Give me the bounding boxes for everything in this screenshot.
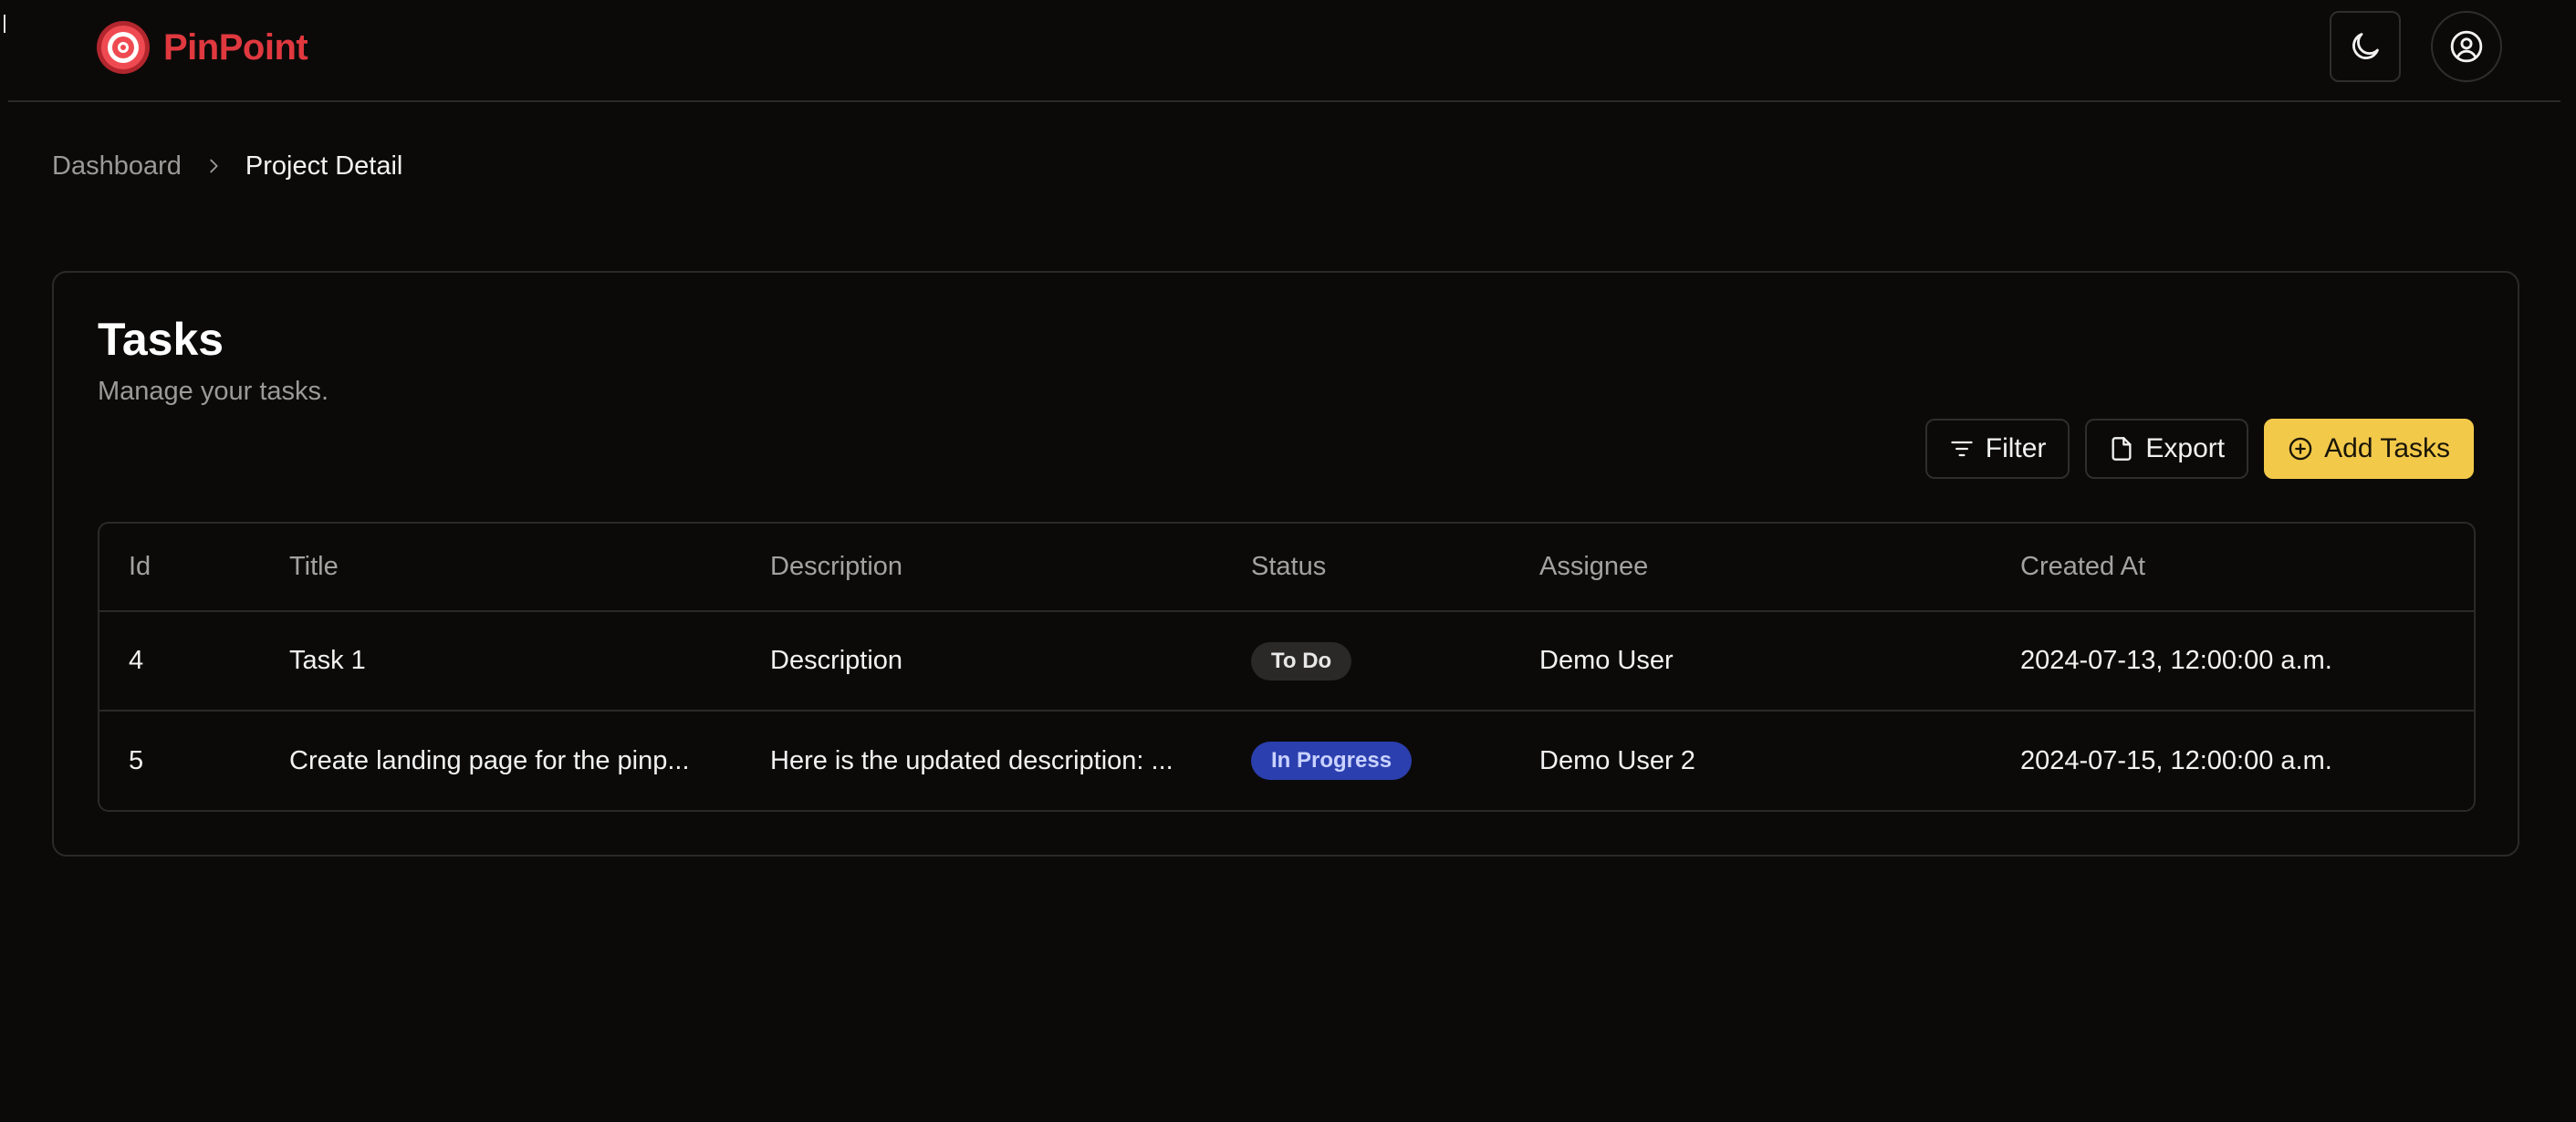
cell-created-at: 2024-07-13, 12:00:00 a.m. [2020,646,2332,675]
top-navigation-bar: PinPoint [8,0,2560,102]
column-header-assignee: Assignee [1510,524,1991,612]
cell-status: In Progress [1222,710,1510,810]
cell-title: Create landing page for the pinp... [260,710,741,810]
column-header-status: Status [1222,524,1510,612]
cell-description: Description [770,646,903,675]
filter-button-label: Filter [1985,433,2047,463]
breadcrumb-current-page: Project Detail [245,151,403,181]
column-header-title: Title [260,524,741,612]
table-actions: Filter Export Add Tasks [1924,419,2474,479]
file-icon [2112,437,2132,461]
tasks-card: Tasks Manage your tasks. Filter Export A… [52,271,2519,857]
cell-description: Here is the updated description: ... [741,710,1222,810]
add-tasks-button-label: Add Tasks [2324,433,2450,463]
user-account-button[interactable] [2431,11,2502,82]
cell-created-at: 2024-07-15, 12:00:00 a.m. [1991,710,2474,810]
page-title: Tasks [98,314,224,365]
brand-logo[interactable]: PinPoint [96,18,308,77]
table-row[interactable]: 4 Task 1 Description To Do Demo User 202… [99,611,2474,711]
column-header-description: Description [741,524,1222,612]
moon-icon [2352,33,2379,59]
export-button-label: Export [2145,433,2226,463]
theme-toggle-button[interactable] [2330,11,2401,82]
export-button[interactable]: Export [2085,419,2249,479]
status-badge: To Do [1251,641,1352,680]
plus-circle-icon [2289,437,2312,461]
breadcrumb: Dashboard Project Detail [52,148,402,184]
cell-status: To Do [1222,611,1510,711]
tasks-table: Id Title Description Status Assignee Cre… [98,522,2476,812]
target-logo-icon [97,21,150,74]
table-header-row: Id Title Description Status Assignee Cre… [99,524,2474,612]
user-circle-icon [2450,30,2483,63]
cell-title: Task 1 [289,646,366,675]
chevron-right-icon [210,159,218,173]
brand-name: PinPoint [163,26,308,68]
breadcrumb-dashboard-link[interactable]: Dashboard [52,151,182,182]
status-badge: In Progress [1251,742,1413,780]
column-header-id: Id [99,524,260,612]
add-tasks-button[interactable]: Add Tasks [2264,419,2474,479]
cell-assignee: Demo User 2 [1510,710,1991,810]
table-row[interactable]: 5 Create landing page for the pinp... He… [99,710,2474,810]
page-subtitle: Manage your tasks. [98,377,329,406]
text-cursor [4,15,5,33]
column-header-created-at: Created At [1991,524,2474,612]
filter-button[interactable]: Filter [1924,419,2070,479]
filter-icon [1951,441,1973,457]
cell-assignee: Demo User [1539,646,1674,675]
cell-id: 4 [129,646,144,675]
cell-id: 5 [99,710,260,810]
